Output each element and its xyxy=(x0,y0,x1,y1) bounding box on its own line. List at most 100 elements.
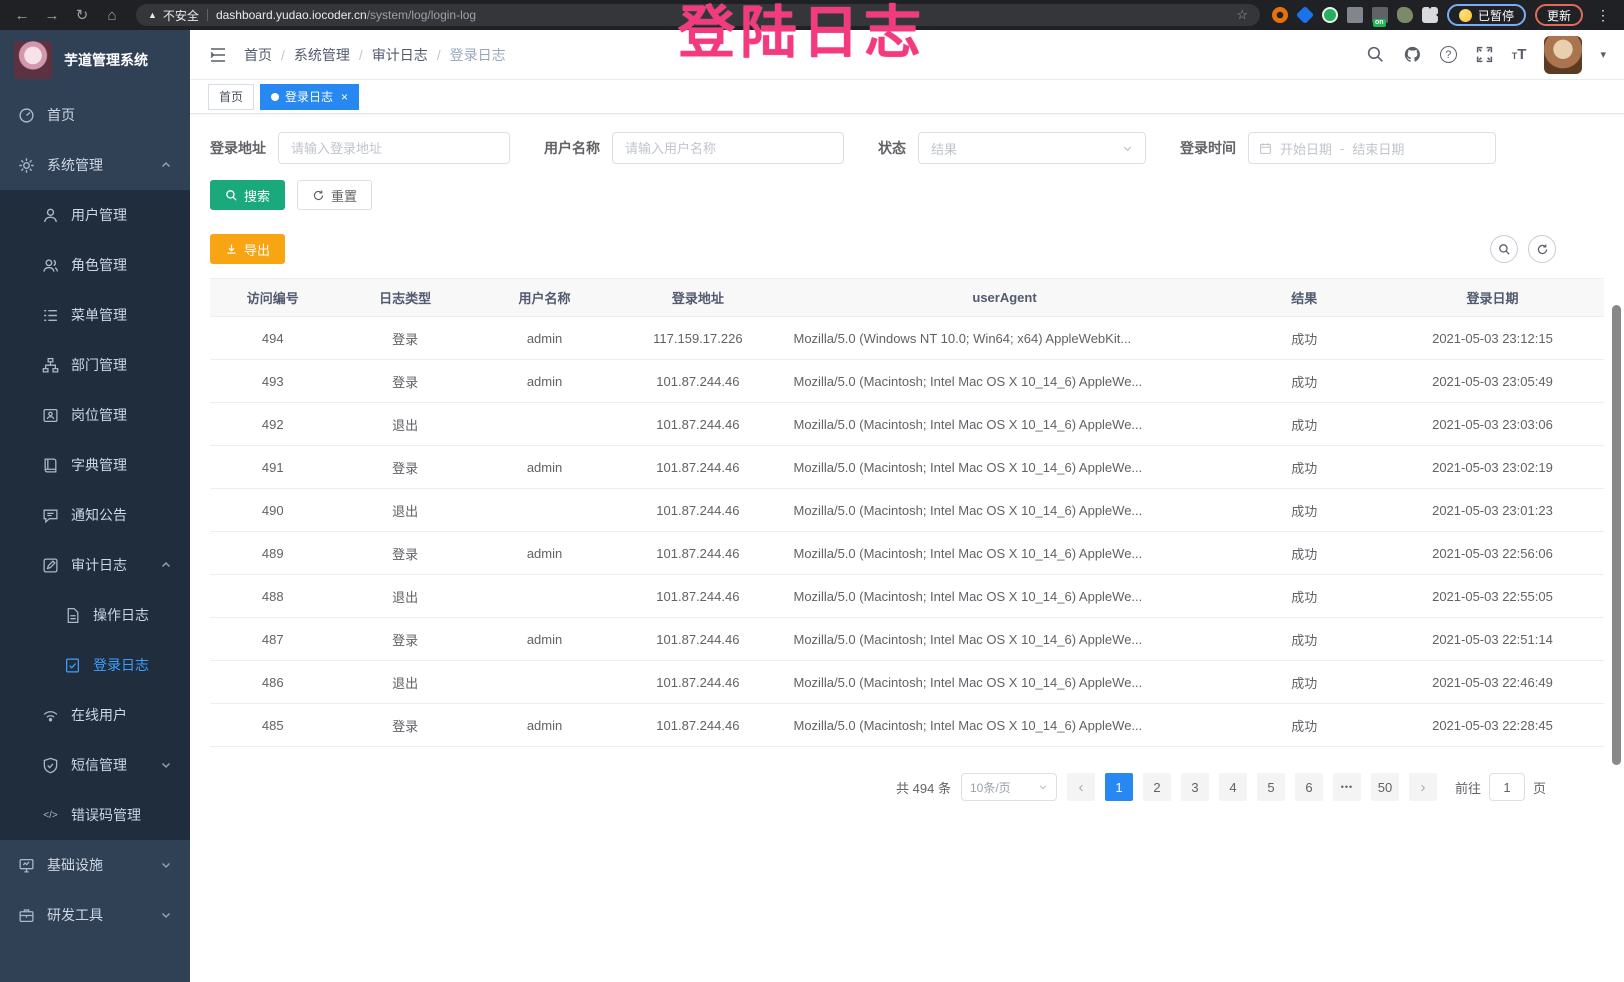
back-icon[interactable]: ← xyxy=(10,7,34,24)
cell-log-type: 登录 xyxy=(335,360,474,403)
next-page-button[interactable]: › xyxy=(1409,773,1437,801)
extension-icon[interactable] xyxy=(1272,7,1288,23)
login-address-input[interactable] xyxy=(278,132,510,164)
avatar-caret-icon[interactable]: ▾ xyxy=(1600,48,1606,61)
export-button[interactable]: 导出 xyxy=(210,234,285,264)
sidebar-item-operation-log[interactable]: 操作日志 xyxy=(0,590,190,640)
page-scrollbar[interactable] xyxy=(1612,305,1621,765)
url-host: dashboard.yudao.iocoder.cn xyxy=(216,8,367,22)
sidebar-item-users[interactable]: 用户管理 xyxy=(0,190,190,240)
table-row[interactable]: 487登录admin101.87.244.46Mozilla/5.0 (Maci… xyxy=(210,618,1604,661)
sidebar-item-home[interactable]: 首页 xyxy=(0,90,190,140)
extension-icon[interactable] xyxy=(1322,7,1338,23)
sidebar-item-audit-log[interactable]: 审计日志 xyxy=(0,540,190,590)
filter-status: 状态 结果 xyxy=(878,132,1146,164)
browser-menu-icon[interactable]: ⋮ xyxy=(1592,7,1614,24)
download-icon xyxy=(225,243,238,256)
cell-user-agent: Mozilla/5.0 (Macintosh; Intel Mac OS X 1… xyxy=(782,618,1228,661)
page-button[interactable]: 4 xyxy=(1219,773,1247,801)
sidebar-item-online-users[interactable]: 在线用户 xyxy=(0,690,190,740)
extension-icon[interactable]: on xyxy=(1372,7,1388,23)
refresh-icon xyxy=(1536,243,1549,256)
cell-result: 成功 xyxy=(1228,317,1381,360)
table-row[interactable]: 493登录admin101.87.244.46Mozilla/5.0 (Maci… xyxy=(210,360,1604,403)
sidebar-item-dictionary[interactable]: 字典管理 xyxy=(0,440,190,490)
page-button[interactable]: 2 xyxy=(1143,773,1171,801)
address-bar[interactable]: ▲ 不安全 dashboard.yudao.iocoder.cn/system/… xyxy=(136,4,1260,26)
sidebar-item-announcements[interactable]: 通知公告 xyxy=(0,490,190,540)
cell-log-type: 退出 xyxy=(335,489,474,532)
tag-home[interactable]: 首页 xyxy=(208,84,254,110)
reset-button[interactable]: 重置 xyxy=(297,180,372,210)
breadcrumb-item[interactable]: 审计日志 xyxy=(372,45,428,65)
sidebar-item-error-codes[interactable]: </> 错误码管理 xyxy=(0,790,190,840)
cell-username xyxy=(475,575,614,618)
github-icon[interactable] xyxy=(1403,45,1422,64)
sidebar-item-login-log[interactable]: 登录日志 xyxy=(0,640,190,690)
forward-icon[interactable]: → xyxy=(40,7,64,24)
breadcrumb-item[interactable]: 系统管理 xyxy=(294,45,350,65)
table-row[interactable]: 492退出101.87.244.46Mozilla/5.0 (Macintosh… xyxy=(210,403,1604,446)
user-avatar[interactable] xyxy=(1544,36,1582,74)
prev-page-button[interactable]: ‹ xyxy=(1067,773,1095,801)
date-range-picker[interactable]: 开始日期 - 结束日期 xyxy=(1248,132,1496,164)
font-size-icon[interactable]: TT xyxy=(1512,46,1527,63)
sidebar-logo[interactable]: 芋道管理系统 xyxy=(0,30,190,90)
page-button[interactable]: 5 xyxy=(1257,773,1285,801)
goto-page-input[interactable] xyxy=(1489,773,1525,801)
extensions-puzzle-icon[interactable] xyxy=(1422,7,1438,23)
cell-log-type: 退出 xyxy=(335,575,474,618)
table-row[interactable]: 485登录admin101.87.244.46Mozilla/5.0 (Maci… xyxy=(210,704,1604,747)
search-button[interactable]: 搜索 xyxy=(210,180,285,210)
collapse-sidebar-icon[interactable] xyxy=(208,45,228,65)
toggle-search-button[interactable] xyxy=(1490,235,1518,263)
page-size-select[interactable]: 10条/页 xyxy=(961,773,1057,801)
sidebar-item-roles[interactable]: 角色管理 xyxy=(0,240,190,290)
home-icon[interactable]: ⌂ xyxy=(100,7,124,24)
fullscreen-icon[interactable] xyxy=(1475,45,1494,64)
sidebar-item-dev-tools[interactable]: 研发工具 xyxy=(0,890,190,940)
table-row[interactable]: 489登录admin101.87.244.46Mozilla/5.0 (Maci… xyxy=(210,532,1604,575)
cell-date: 2021-05-03 22:51:14 xyxy=(1381,618,1604,661)
page-button[interactable]: 6 xyxy=(1295,773,1323,801)
extension-icon[interactable] xyxy=(1397,7,1413,23)
help-icon[interactable]: ? xyxy=(1440,46,1457,63)
sidebar-item-menus[interactable]: 菜单管理 xyxy=(0,290,190,340)
page-button[interactable]: 50 xyxy=(1371,773,1399,801)
extension-icon[interactable] xyxy=(1296,6,1314,24)
page-button[interactable]: 3 xyxy=(1181,773,1209,801)
table-row[interactable]: 491登录admin101.87.244.46Mozilla/5.0 (Maci… xyxy=(210,446,1604,489)
cell-ip: 101.87.244.46 xyxy=(614,575,781,618)
reload-icon[interactable]: ↻ xyxy=(70,6,94,24)
breadcrumb-separator: / xyxy=(281,47,285,63)
chevron-down-icon xyxy=(1122,143,1133,154)
sidebar-item-label: 错误码管理 xyxy=(71,805,141,825)
close-icon[interactable]: × xyxy=(341,90,348,104)
tag-login-log[interactable]: 登录日志 × xyxy=(260,84,359,110)
refresh-table-button[interactable] xyxy=(1528,235,1556,263)
security-status[interactable]: ▲ 不安全 xyxy=(148,7,199,24)
calendar-icon xyxy=(1259,142,1272,155)
breadcrumb-item[interactable]: 首页 xyxy=(244,45,272,65)
breadcrumb: 首页 / 系统管理 / 审计日志 / 登录日志 xyxy=(244,45,506,65)
bookmark-star-icon[interactable]: ☆ xyxy=(1236,7,1248,23)
page-button[interactable]: 1 xyxy=(1105,773,1133,801)
sidebar-item-posts[interactable]: 岗位管理 xyxy=(0,390,190,440)
sidebar-item-infrastructure[interactable]: 基础设施 xyxy=(0,840,190,890)
table-row[interactable]: 488退出101.87.244.46Mozilla/5.0 (Macintosh… xyxy=(210,575,1604,618)
browser-update-button[interactable]: 更新 xyxy=(1535,4,1583,26)
more-pages-button[interactable]: ••• xyxy=(1333,773,1361,801)
cell-date: 2021-05-03 23:12:15 xyxy=(1381,317,1604,360)
sidebar-item-sms[interactable]: 短信管理 xyxy=(0,740,190,790)
search-icon[interactable] xyxy=(1366,45,1385,64)
extension-icon[interactable] xyxy=(1347,7,1363,23)
sidebar-item-departments[interactable]: 部门管理 xyxy=(0,340,190,390)
app-title: 芋道管理系统 xyxy=(64,50,148,70)
status-select[interactable]: 结果 xyxy=(918,132,1146,164)
table-row[interactable]: 486退出101.87.244.46Mozilla/5.0 (Macintosh… xyxy=(210,661,1604,704)
profile-paused-badge[interactable]: 已暂停 xyxy=(1447,4,1526,26)
table-row[interactable]: 490退出101.87.244.46Mozilla/5.0 (Macintosh… xyxy=(210,489,1604,532)
sidebar-item-system[interactable]: 系统管理 xyxy=(0,140,190,190)
table-row[interactable]: 494登录admin117.159.17.226Mozilla/5.0 (Win… xyxy=(210,317,1604,360)
username-input[interactable] xyxy=(612,132,844,164)
